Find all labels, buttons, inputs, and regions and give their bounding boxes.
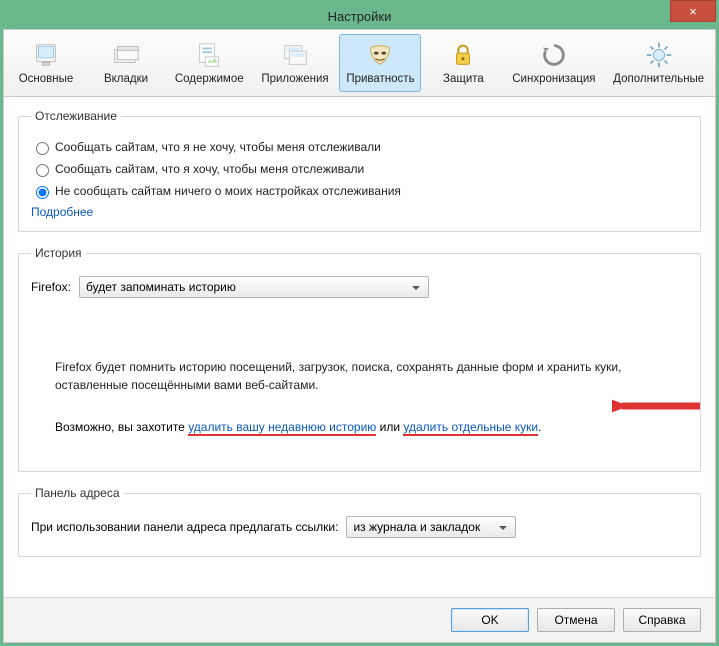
- tab-advanced[interactable]: Дополнительные: [606, 34, 711, 92]
- tracking-radio-dnt-off[interactable]: [36, 164, 49, 177]
- history-group: История Firefox: будет запоминать истори…: [18, 246, 701, 472]
- cancel-button[interactable]: Отмена: [537, 608, 615, 632]
- tabs-icon: [110, 39, 142, 71]
- sync-icon: [538, 39, 570, 71]
- history-description: Firefox будет помнить историю посещений,…: [55, 358, 688, 394]
- history-action-prefix: Возможно, вы захотите: [55, 420, 188, 434]
- tracking-radio-dnt-on[interactable]: [36, 142, 49, 155]
- history-legend: История: [31, 246, 86, 260]
- tab-content[interactable]: Содержимое: [168, 34, 250, 92]
- history-action-text: Возможно, вы захотите удалить вашу недав…: [55, 418, 688, 436]
- history-prefix: Firefox:: [31, 280, 71, 294]
- tab-label: Приватность: [346, 73, 414, 85]
- clear-recent-history-link[interactable]: удалить вашу недавнюю историю: [188, 420, 376, 434]
- ok-button[interactable]: OK: [451, 608, 529, 632]
- mask-icon: [364, 39, 396, 71]
- titlebar: Настройки ×: [3, 3, 716, 29]
- clear-cookies-link[interactable]: удалить отдельные куки: [403, 420, 538, 434]
- tab-tabs[interactable]: Вкладки: [88, 34, 164, 92]
- tracking-legend: Отслеживание: [31, 109, 121, 123]
- tracking-group: Отслеживание Сообщать сайтам, что я не х…: [18, 109, 701, 232]
- content-icon: [193, 39, 225, 71]
- addressbar-label: При использовании панели адреса предлага…: [31, 520, 338, 534]
- help-button[interactable]: Справка: [623, 608, 701, 632]
- history-action-mid: или: [376, 420, 403, 434]
- addressbar-group: Панель адреса При использовании панели а…: [18, 486, 701, 557]
- tracking-label-1: Сообщать сайтам, что я не хочу, чтобы ме…: [55, 140, 381, 154]
- tab-security[interactable]: Защита: [425, 34, 501, 92]
- addressbar-mode-value: из журнала и закладок: [353, 520, 480, 534]
- window-title: Настройки: [3, 9, 716, 24]
- history-mode-select[interactable]: будет запоминать историю: [79, 276, 429, 298]
- close-icon: ×: [689, 4, 697, 19]
- tab-applications[interactable]: Приложения: [254, 34, 335, 92]
- tab-label: Вкладки: [104, 73, 148, 85]
- applications-icon: [279, 39, 311, 71]
- tracking-label-3: Не сообщать сайтам ничего о моих настрой…: [55, 184, 401, 198]
- dialog-buttons: OK Отмена Справка: [3, 597, 716, 643]
- tab-general[interactable]: Основные: [8, 34, 84, 92]
- tab-label: Защита: [443, 73, 484, 85]
- gear-icon: [643, 39, 675, 71]
- tracking-label-2: Сообщать сайтам, что я хочу, чтобы меня …: [55, 162, 364, 176]
- tab-label: Дополнительные: [613, 73, 704, 85]
- settings-tabs: Основные Вкладки Содержимое Приложения П…: [3, 29, 716, 97]
- tracking-radio-no-pref[interactable]: [36, 186, 49, 199]
- tab-privacy[interactable]: Приватность: [339, 34, 421, 92]
- history-mode-value: будет запоминать историю: [86, 280, 236, 294]
- lock-icon: [447, 39, 479, 71]
- addressbar-legend: Панель адреса: [31, 486, 124, 500]
- monitor-icon: [30, 39, 62, 71]
- tab-sync[interactable]: Синхронизация: [505, 34, 602, 92]
- tab-label: Содержимое: [175, 73, 244, 85]
- tracking-more-link[interactable]: Подробнее: [31, 205, 93, 219]
- addressbar-mode-select[interactable]: из журнала и закладок: [346, 516, 516, 538]
- tab-label: Синхронизация: [512, 73, 595, 85]
- tab-label: Основные: [19, 73, 74, 85]
- content-area: Отслеживание Сообщать сайтам, что я не х…: [3, 97, 716, 597]
- history-action-suffix: .: [538, 420, 541, 434]
- close-button[interactable]: ×: [670, 0, 716, 22]
- tab-label: Приложения: [261, 73, 328, 85]
